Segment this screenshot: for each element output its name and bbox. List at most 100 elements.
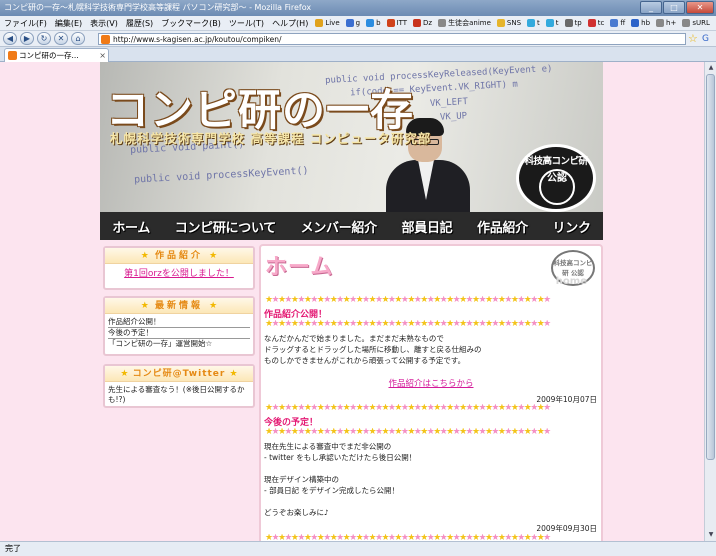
bookmark-item[interactable]: tc (585, 18, 608, 28)
works-page-link[interactable]: 作品紹介はこちらから (261, 377, 601, 389)
ghost-heading: home (555, 276, 587, 287)
menu-file[interactable]: ファイル(F) (0, 18, 51, 29)
star-icon: ★ (229, 369, 238, 379)
scroll-thumb[interactable] (706, 74, 715, 460)
url-bar[interactable]: http://www.s-kagisen.ac.jp/koutou/compik… (98, 33, 686, 45)
bookmark-item[interactable]: ff (607, 18, 628, 28)
bookmark-favicon-icon (631, 19, 640, 27)
news-item[interactable]: 今後の予定！ (108, 328, 250, 339)
post-heading: 作品紹介公開！ (264, 310, 328, 320)
forward-button[interactable]: ▶ (20, 32, 34, 45)
bookmark-favicon-icon (315, 19, 324, 27)
bookmark-favicon-icon (527, 19, 536, 27)
menu-bookmarks[interactable]: ブックマーク(B) (157, 18, 225, 29)
bookmark-item[interactable]: b (363, 18, 383, 28)
bookmark-label: tc (597, 19, 605, 27)
post-text: なんだかんだで始まりました。まだまだ未熟なもので (264, 334, 444, 343)
seal-mid-text: 公認 (539, 169, 575, 205)
menu-help[interactable]: ヘルプ(H) (268, 18, 312, 29)
reload-button[interactable]: ↻ (37, 32, 51, 45)
bookmark-star-icon[interactable]: ☆ (688, 32, 700, 46)
bookmark-item[interactable]: g (343, 18, 363, 28)
bookmark-favicon-icon (345, 19, 354, 27)
nav-home[interactable]: ホーム (112, 217, 150, 236)
nav-works[interactable]: 作品紹介 (477, 217, 528, 236)
tab-bar: コンピ研の一存... × (0, 47, 716, 62)
menu-history[interactable]: 履歴(S) (122, 18, 157, 29)
minimize-button[interactable]: _ (640, 1, 662, 14)
bookmark-item[interactable]: t (524, 18, 543, 28)
bookmark-label: tp (574, 19, 582, 27)
star-icon: ★ (209, 251, 218, 261)
status-text: 完了 (5, 544, 21, 553)
bookmark-item[interactable]: 生徒会anime (435, 18, 494, 28)
search-engine-icon[interactable]: G (702, 33, 714, 45)
home-button[interactable]: ⌂ (71, 32, 85, 45)
post-text: 現在デザイン構築中の (264, 475, 339, 484)
news-item[interactable]: 作品紹介公開！ (108, 317, 250, 328)
sidebar-twitter-box: ★ コンピ研@Twitter ★ 先生による審査なう！(※後日公開するかも!?) (103, 364, 255, 408)
scroll-down-icon[interactable]: ▼ (706, 530, 716, 540)
scroll-up-icon[interactable]: ▲ (706, 63, 716, 73)
news-item[interactable]: 「コンピ研の一存」運営開始☆ (108, 339, 250, 349)
bookmark-item[interactable]: ITT (384, 18, 411, 28)
menu-tools[interactable]: ツール(T) (225, 18, 268, 29)
official-seal-logo: 科技高コンピ研 公認 (516, 144, 596, 212)
window-title-bar: コンピ研の一存～札幌科学技術専門学校高等課程 パソコン研究部～ - Mozill… (0, 0, 716, 16)
tab-current[interactable]: コンピ研の一存... × (4, 48, 109, 62)
bookmark-item[interactable]: tp (562, 18, 585, 28)
bookmark-item[interactable]: h+ (653, 18, 679, 28)
maximize-button[interactable]: □ (663, 1, 685, 14)
star-divider: ★★★★★★★★★★★★★★★★★★★★★★★★★★★★★★★★★★★★★★★★… (265, 534, 551, 541)
menu-bar: ファイル(F) 編集(E) 表示(V) 履歴(S) ブックマーク(B) ツール(… (0, 16, 716, 31)
star-icon: ★ (120, 369, 129, 379)
bookmark-label: g (355, 19, 361, 27)
bookmark-item[interactable]: sURL (679, 18, 713, 28)
sidebar-works-box: ★ 作品紹介 ★ 第1回orzを公開しました！ (103, 246, 255, 290)
bookmark-favicon-icon (656, 19, 665, 27)
global-nav: ホーム コンピ研について メンバー紹介 部員日記 作品紹介 リンク (100, 212, 603, 240)
menu-edit[interactable]: 編集(E) (51, 18, 86, 29)
vertical-scrollbar[interactable]: ▲ ▼ (704, 62, 716, 541)
bookmark-label: t (555, 19, 559, 27)
close-button[interactable]: ✕ (686, 1, 714, 14)
post-text: どうぞお楽しみに♪ (264, 508, 329, 517)
nav-diary[interactable]: 部員日記 (402, 217, 453, 236)
site-banner: public void processKeyReleased(KeyEvent … (100, 62, 603, 240)
board-code: public void processKeyEvent() (133, 165, 309, 186)
bookmark-favicon-icon (386, 19, 395, 27)
back-button[interactable]: ◀ (3, 32, 17, 45)
nav-links[interactable]: リンク (553, 217, 591, 236)
menu-view[interactable]: 表示(V) (86, 18, 122, 29)
post-text: - twitter をもし承認いただけたら後日公開！ (264, 453, 417, 462)
tab-favicon-icon (8, 51, 17, 60)
stop-button[interactable]: ✕ (54, 32, 68, 45)
bookmark-item[interactable]: SNS (494, 18, 524, 28)
sidebar-works-link[interactable]: 第1回orzを公開しました！ (108, 267, 250, 281)
bookmark-label: h+ (666, 19, 677, 27)
seal-top-text: 科技高コンピ研 (524, 156, 588, 167)
star-icon: ★ (140, 251, 149, 261)
bookmark-favicon-icon (545, 19, 554, 27)
bookmark-label: SNS (506, 19, 522, 27)
main-content: ホーム 科技高コンピ研 公認 home ★★★★★★★★★★★★★★★★★★★★… (259, 244, 603, 541)
tab-close-icon[interactable]: × (99, 49, 106, 62)
sidebar-news-box: ★ 最新情報 ★ 作品紹介公開！ 今後の予定！ 「コンピ研の一存」運営開始☆ (103, 296, 255, 356)
board-code: VK_LEFT (429, 97, 469, 109)
bookmark-favicon-icon (682, 19, 691, 27)
page-title: ホーム (265, 255, 334, 280)
sidebar-works-title: 作品紹介 (154, 251, 203, 261)
star-divider: ★★★★★★★★★★★★★★★★★★★★★★★★★★★★★★★★★★★★★★★★… (265, 320, 551, 329)
star-divider: ★★★★★★★★★★★★★★★★★★★★★★★★★★★★★★★★★★★★★★★★… (265, 428, 551, 437)
site-subtitle: 札幌科学技術専門学校 高等課程 コンピュータ研究部 (110, 131, 432, 146)
nav-about[interactable]: コンピ研について (175, 217, 277, 236)
window-title: コンピ研の一存～札幌科学技術専門学校高等課程 パソコン研究部～ - Mozill… (4, 3, 312, 12)
bookmark-item[interactable]: t (543, 18, 562, 28)
nav-members[interactable]: メンバー紹介 (301, 217, 378, 236)
bookmark-item[interactable]: Live (312, 18, 342, 28)
sidebar-twitter-title: コンピ研@Twitter (132, 369, 226, 379)
bookmark-item[interactable]: Dz (410, 18, 435, 28)
twitter-text: 先生による審査なう！(※後日公開するかも!?) (108, 385, 245, 404)
post-text: ドラッグするとドラッグした場所に移動し、離すと戻る仕組みの (264, 345, 482, 354)
bookmark-item[interactable]: hb (628, 18, 653, 28)
